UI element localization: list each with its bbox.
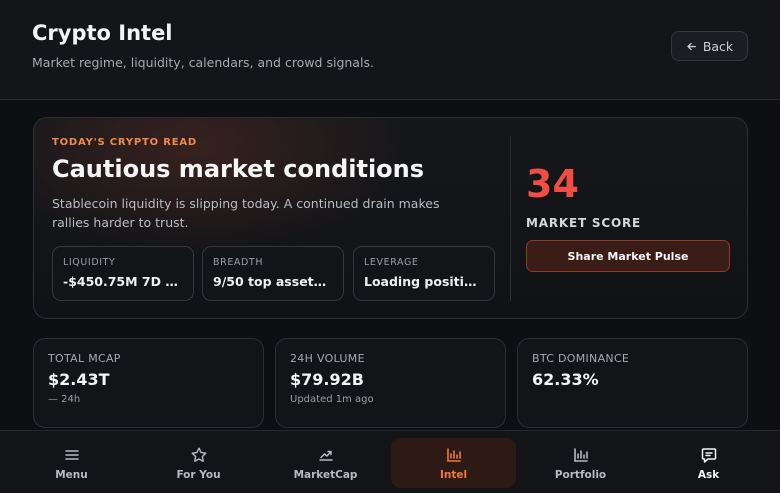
metric-label: LIQUIDITY bbox=[63, 257, 116, 268]
leverage-metric: LEVERAGE Loading positioni... bbox=[353, 246, 495, 301]
market-score-label: MARKET SCORE bbox=[526, 216, 642, 230]
card-divider bbox=[510, 136, 511, 301]
nav-label: For You bbox=[176, 468, 221, 481]
card-eyebrow: TODAY'S CRYPTO READ bbox=[52, 137, 198, 148]
nav-label: Portfolio bbox=[554, 468, 607, 481]
card-description: Stablecoin liquidity is slipping today. … bbox=[52, 196, 440, 230]
metric-label: BREADTH bbox=[213, 257, 264, 268]
nav-item-marketcap[interactable]: MarketCap bbox=[263, 438, 388, 488]
market-read-card: TODAY'S CRYPTO READ Cautious market cond… bbox=[33, 117, 748, 319]
card-headline: Cautious market conditions bbox=[52, 155, 425, 183]
metric-value: 9/50 top assets ... bbox=[213, 274, 333, 289]
back-button[interactable]: Back bbox=[671, 31, 748, 61]
arrow-left-icon bbox=[687, 42, 696, 50]
nav-item-for-you[interactable]: For You bbox=[136, 438, 261, 488]
stat-value: $2.43T bbox=[48, 370, 110, 389]
stat-value: 62.33% bbox=[532, 370, 599, 389]
nav-item-ask[interactable]: Ask bbox=[646, 438, 771, 488]
share-market-pulse-button[interactable]: Share Market Pulse bbox=[526, 240, 730, 272]
nav-item-intel[interactable]: Intel bbox=[391, 438, 516, 488]
market-score-value: 34 bbox=[526, 162, 579, 206]
bottom-nav: Menu For You MarketCap Intel Portfolio A… bbox=[0, 430, 780, 493]
metric-label: LEVERAGE bbox=[364, 257, 419, 268]
nav-label: Intel bbox=[439, 468, 468, 481]
bar-chart-icon bbox=[573, 447, 588, 462]
stat-sub: — 24h bbox=[48, 394, 81, 405]
btc-dominance-card: BTC DOMINANCE 62.33% bbox=[517, 338, 748, 428]
stat-label: TOTAL MCAP bbox=[48, 352, 121, 365]
nav-item-portfolio[interactable]: Portfolio bbox=[518, 438, 643, 488]
liquidity-metric: LIQUIDITY -$450.75M 7D st... bbox=[52, 246, 194, 301]
trend-icon bbox=[318, 450, 333, 461]
stat-sub: Updated 1m ago bbox=[290, 394, 374, 405]
nav-item-menu[interactable]: Menu bbox=[9, 438, 134, 488]
menu-icon bbox=[64, 449, 79, 460]
page-title: Crypto Intel bbox=[32, 21, 173, 45]
stat-label: BTC DOMINANCE bbox=[532, 352, 630, 365]
total-mcap-card: TOTAL MCAP $2.43T — 24h bbox=[33, 338, 264, 428]
metric-value: -$450.75M 7D st... bbox=[63, 274, 183, 289]
chat-icon bbox=[701, 447, 716, 463]
breadth-metric: BREADTH 9/50 top assets ... bbox=[202, 246, 344, 301]
back-button-label: Back bbox=[702, 38, 734, 54]
nav-label: Ask bbox=[697, 468, 720, 481]
stat-value: $79.92B bbox=[290, 370, 364, 389]
bar-chart-icon bbox=[446, 447, 461, 462]
volume-card: 24H VOLUME $79.92B Updated 1m ago bbox=[275, 338, 506, 428]
nav-label: Menu bbox=[55, 468, 88, 481]
stat-label: 24H VOLUME bbox=[290, 352, 365, 365]
page-subtitle: Market regime, liquidity, calendars, and… bbox=[32, 55, 374, 70]
page-header: Crypto Intel Market regime, liquidity, c… bbox=[0, 0, 780, 100]
star-icon bbox=[191, 447, 206, 462]
nav-label: MarketCap bbox=[293, 468, 358, 481]
metric-value: Loading positioni... bbox=[364, 274, 484, 289]
